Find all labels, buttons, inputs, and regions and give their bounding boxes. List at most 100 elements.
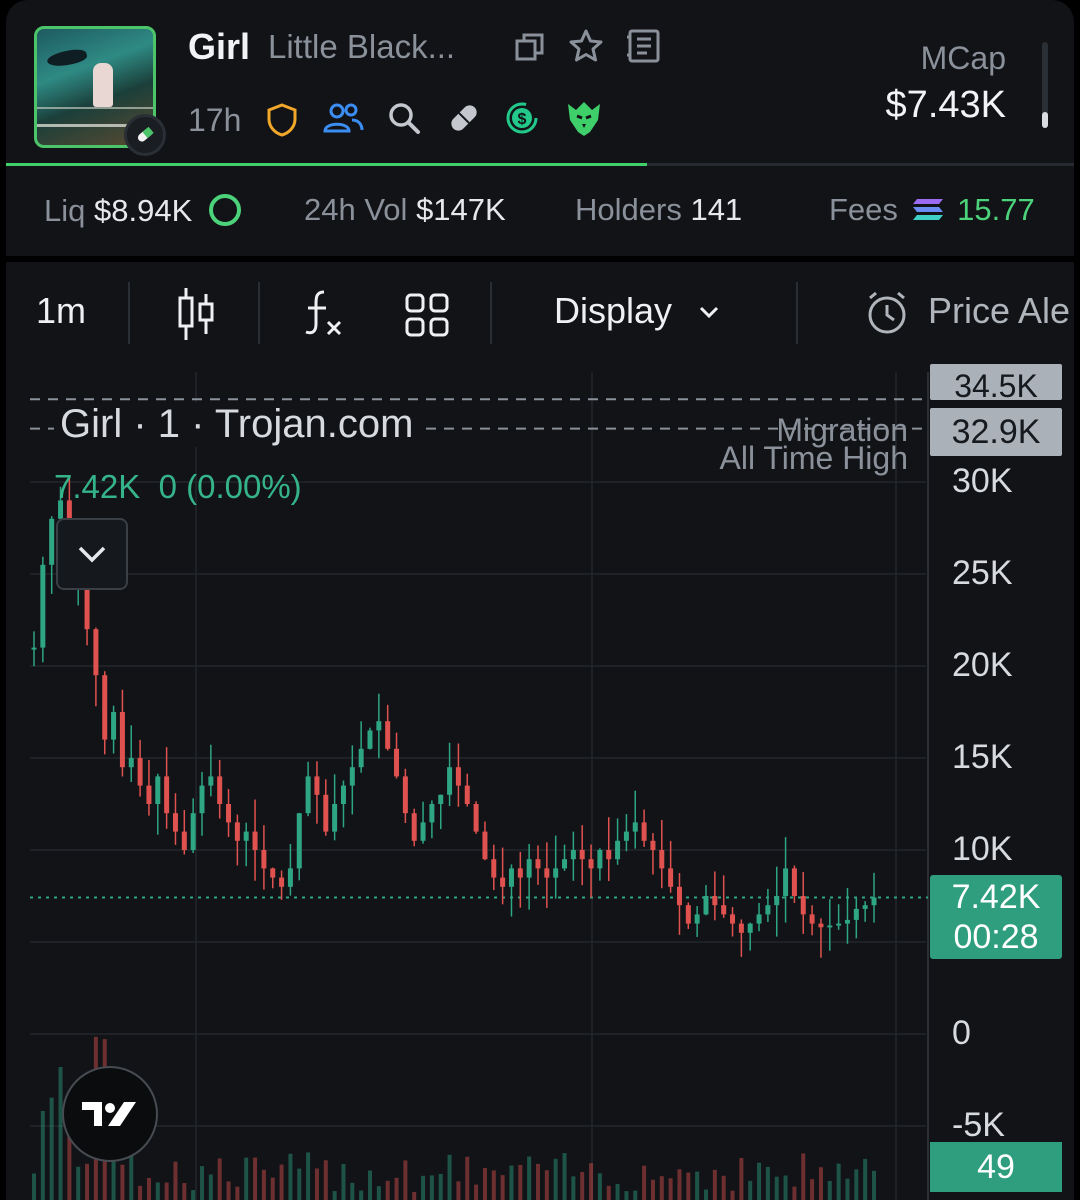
volume-bar bbox=[208, 1174, 213, 1200]
volume-bar bbox=[173, 1161, 178, 1200]
liquidity-stat: Liq $8.94K bbox=[44, 192, 243, 229]
candle-body bbox=[738, 923, 744, 933]
candle-body bbox=[553, 868, 559, 878]
candle-body bbox=[871, 897, 877, 906]
candle-body bbox=[111, 712, 117, 740]
volume-bar bbox=[650, 1179, 655, 1200]
volume-bar bbox=[244, 1157, 249, 1200]
fees-stat: Fees 15.77 bbox=[829, 192, 1035, 227]
volume-bar bbox=[872, 1170, 876, 1200]
candle-body bbox=[862, 905, 868, 909]
candle-body bbox=[296, 813, 302, 869]
candle-body bbox=[287, 868, 293, 887]
star-icon[interactable] bbox=[568, 28, 604, 64]
dollar-refresh-icon[interactable]: $ bbox=[504, 100, 540, 136]
volume-stat: 24h Vol $147K bbox=[304, 192, 506, 227]
y-tick-label: 25K bbox=[952, 554, 1013, 592]
candle-body bbox=[818, 923, 824, 928]
candle-body bbox=[420, 822, 426, 841]
notes-icon[interactable] bbox=[626, 28, 662, 64]
candle-body bbox=[340, 785, 346, 804]
volume-bar bbox=[32, 1173, 36, 1200]
candle-body bbox=[473, 804, 479, 832]
volume-bar bbox=[146, 1177, 151, 1200]
candle-body bbox=[243, 831, 249, 841]
volume-bar bbox=[571, 1176, 576, 1200]
candle-body bbox=[500, 877, 506, 887]
chart-legend-values: 7.42K 0 (0.00%) bbox=[54, 468, 302, 505]
volume-bar bbox=[235, 1186, 240, 1200]
candle-body bbox=[349, 767, 355, 786]
layout-grid-icon[interactable] bbox=[404, 292, 450, 338]
alarm-clock-icon[interactable] bbox=[864, 290, 910, 336]
indicators-icon[interactable] bbox=[302, 288, 346, 340]
chevron-down-icon bbox=[700, 306, 719, 319]
volume-bar bbox=[659, 1176, 664, 1200]
candle-body bbox=[544, 868, 550, 878]
price-alert-button[interactable]: Price Ale bbox=[928, 290, 1070, 332]
volume-bar bbox=[465, 1156, 470, 1200]
holders-icon[interactable] bbox=[322, 100, 364, 136]
candle-body bbox=[305, 776, 311, 814]
copy-icon[interactable] bbox=[512, 30, 548, 66]
volume-bar bbox=[765, 1166, 770, 1200]
candle-body bbox=[570, 850, 576, 860]
candle-body bbox=[40, 564, 46, 648]
candle-body bbox=[270, 868, 276, 878]
volume-value-label: 49 bbox=[930, 1142, 1062, 1192]
candle-body bbox=[606, 850, 612, 860]
candle-body bbox=[31, 647, 37, 650]
y-tick-label: 10K bbox=[952, 830, 1013, 868]
legend-collapse-button[interactable] bbox=[56, 518, 128, 590]
current-price-label: 7.42K 00:28 bbox=[930, 875, 1062, 960]
candle-body bbox=[385, 721, 391, 749]
candle-body bbox=[482, 831, 488, 860]
candle-body bbox=[535, 859, 541, 869]
chart-legend-title: Girl · 1 · Trojan.com bbox=[54, 402, 420, 447]
candle-body bbox=[508, 868, 514, 887]
volume-bar bbox=[421, 1175, 426, 1200]
candle-body bbox=[623, 831, 629, 841]
price-chart[interactable]: 34.5K 32.9K Girl · 1 · Trojan.com 7.42K … bbox=[6, 364, 1074, 1200]
candle-body bbox=[703, 896, 709, 915]
pill-icon[interactable] bbox=[446, 100, 482, 136]
interval-button[interactable]: 1m bbox=[36, 290, 86, 332]
volume-bar bbox=[677, 1169, 682, 1200]
candle-countdown: 00:28 bbox=[953, 918, 1039, 957]
volume-bar bbox=[810, 1179, 815, 1200]
candle-body bbox=[562, 859, 568, 869]
volume-bar bbox=[668, 1178, 673, 1200]
volume-bar bbox=[845, 1178, 850, 1200]
volume-bar bbox=[253, 1157, 258, 1200]
eagle-icon[interactable] bbox=[564, 98, 604, 138]
volume-bar bbox=[314, 1168, 319, 1200]
search-icon[interactable] bbox=[386, 100, 422, 136]
candlestick-type-icon[interactable] bbox=[176, 286, 216, 342]
volume-bar bbox=[721, 1175, 726, 1200]
volume-bar bbox=[836, 1163, 841, 1200]
volume-bar bbox=[580, 1171, 585, 1200]
shield-icon[interactable] bbox=[264, 102, 300, 138]
volume-bar bbox=[155, 1182, 160, 1200]
migration-price-label: 34.5K bbox=[930, 364, 1062, 400]
volume-bar bbox=[164, 1182, 169, 1200]
volume-bar bbox=[704, 1189, 708, 1200]
liquidity-status-icon bbox=[208, 194, 241, 226]
candle-body bbox=[783, 868, 789, 896]
candle-body bbox=[809, 914, 815, 924]
volume-bar bbox=[624, 1191, 629, 1200]
header-scrollbar-thumb[interactable] bbox=[1042, 112, 1048, 128]
volume-bar bbox=[491, 1170, 496, 1200]
candle-body bbox=[694, 914, 700, 924]
volume-bar bbox=[792, 1186, 797, 1200]
volume-bar bbox=[368, 1170, 372, 1200]
candle-body bbox=[659, 850, 665, 869]
tradingview-logo[interactable] bbox=[62, 1066, 158, 1162]
display-dropdown[interactable]: Display bbox=[554, 290, 720, 332]
volume-bar bbox=[818, 1167, 823, 1200]
volume-bar bbox=[332, 1191, 337, 1200]
candle-body bbox=[261, 850, 267, 869]
candle-body bbox=[685, 905, 691, 924]
candle-body bbox=[641, 822, 647, 841]
volume-bar bbox=[686, 1172, 691, 1200]
